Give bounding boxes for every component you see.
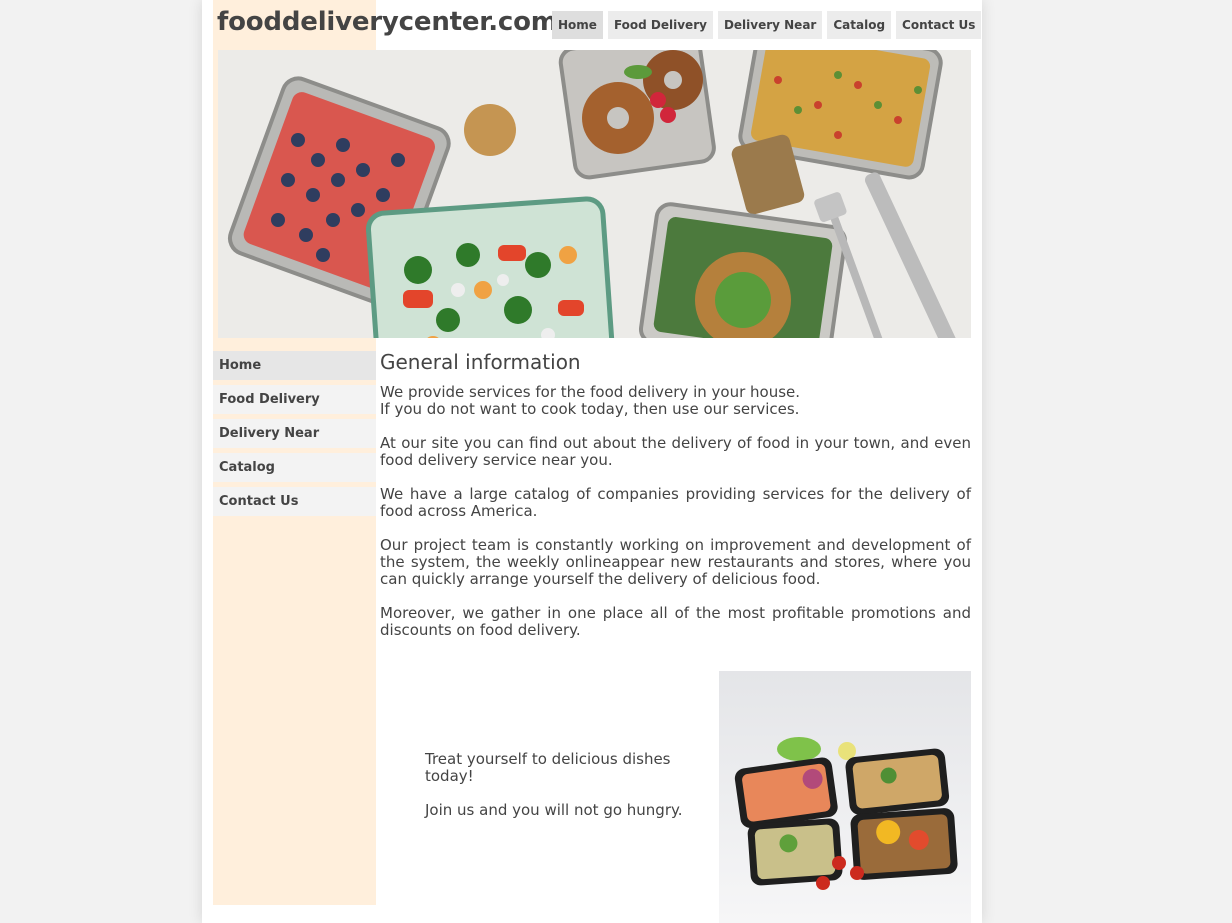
site-title[interactable]: fooddeliverycenter.com [217, 7, 558, 37]
sidebar-item-food-delivery[interactable]: Food Delivery [213, 385, 376, 414]
promo-line-1: Treat yourself to delicious dishes today… [425, 750, 671, 785]
sidebar-item-contact-us[interactable]: Contact Us [213, 487, 376, 516]
top-navigation: Home Food Delivery Delivery Near Catalog… [552, 11, 982, 39]
hero-illustration [218, 50, 971, 338]
sidebar-item-home[interactable]: Home [213, 351, 376, 380]
intro-line-2: If you do not want to cook today, then u… [380, 400, 800, 418]
page-heading: General information [380, 350, 581, 374]
main-content: General information We provide services … [380, 350, 971, 656]
topnav-contact-us[interactable]: Contact Us [896, 11, 982, 39]
promo-text: Treat yourself to delicious dishes today… [425, 751, 695, 836]
page-container: fooddeliverycenter.com Home Food Deliver… [202, 0, 982, 923]
intro-line-1: We provide services for the food deliver… [380, 383, 801, 401]
promo-line-2: Join us and you will not go hungry. [425, 801, 683, 819]
paragraph-promotions: Moreover, we gather in one place all of … [380, 604, 971, 639]
topnav-food-delivery[interactable]: Food Delivery [607, 11, 713, 39]
side-navigation: Home Food Delivery Delivery Near Catalog… [213, 351, 376, 521]
paragraph-catalog: We have a large catalog of companies pro… [380, 485, 971, 520]
paragraph-local-delivery: At our site you can find out about the d… [380, 434, 971, 469]
meal-containers-illustration [719, 671, 971, 923]
topnav-delivery-near[interactable]: Delivery Near [717, 11, 823, 39]
sidebar-item-delivery-near[interactable]: Delivery Near [213, 419, 376, 448]
intro-paragraph: We provide services for the food deliver… [380, 384, 971, 418]
paragraph-project-team: Our project team is constantly working o… [380, 536, 971, 588]
topnav-catalog[interactable]: Catalog [827, 11, 892, 39]
topnav-home[interactable]: Home [552, 11, 603, 39]
sidebar-item-catalog[interactable]: Catalog [213, 453, 376, 482]
hero-food-image [218, 50, 971, 338]
meal-containers-image [719, 671, 971, 923]
